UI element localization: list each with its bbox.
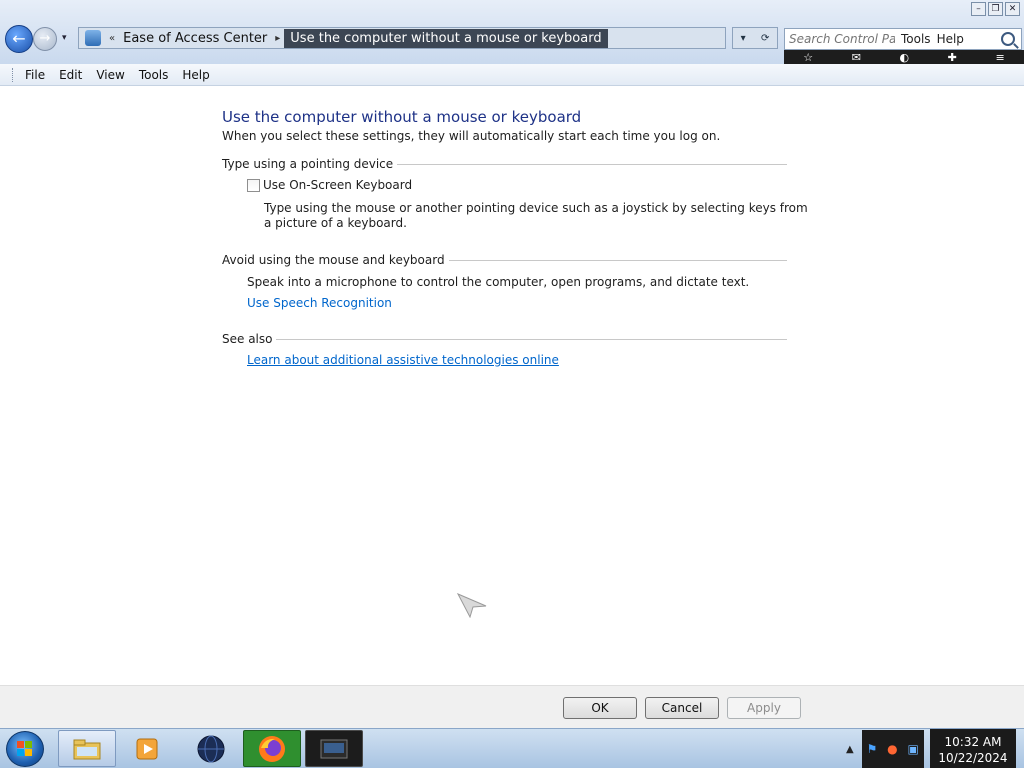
- refresh-icon[interactable]: ⟳: [761, 33, 769, 44]
- clock[interactable]: 10:32 AM 10/22/2024: [930, 729, 1016, 768]
- section-see-also: See also: [222, 332, 787, 346]
- taskbar: ▲ ⚑ ● ▣ 10:32 AM 10/22/2024: [0, 728, 1024, 768]
- window-controls: – ❐ ✕: [971, 2, 1020, 16]
- menu-grip: [12, 67, 14, 82]
- taskbar-firefox[interactable]: [243, 730, 301, 767]
- assistive-technologies-link[interactable]: Learn about additional assistive technol…: [247, 353, 559, 367]
- terminal-icon: [320, 739, 348, 758]
- page-description: When you select these settings, they wil…: [222, 129, 721, 143]
- back-button[interactable]: ←: [5, 25, 33, 53]
- ok-button[interactable]: OK: [563, 697, 637, 719]
- forward-arrow-icon: →: [39, 31, 51, 46]
- menu-help[interactable]: Help: [175, 66, 216, 84]
- title-bar: – ❐ ✕ ← → ▾ « Ease of Access Center ▸ Us…: [0, 0, 1024, 64]
- overlay-toolbar: ☆ ✉ ◐ ✚ ≡: [784, 50, 1024, 64]
- section-avoid-mouse-keyboard: Avoid using the mouse and keyboard: [222, 253, 787, 267]
- breadcrumb-chevron-icon[interactable]: ▸: [271, 33, 284, 44]
- dialog-footer: OK Cancel Apply: [0, 685, 1024, 728]
- address-controls: ▾ ⟳: [732, 27, 778, 49]
- section-heading: Avoid using the mouse and keyboard: [222, 253, 445, 267]
- address-dropdown-icon[interactable]: ▾: [741, 33, 746, 44]
- star-icon[interactable]: ☆: [803, 51, 813, 64]
- forward-button[interactable]: →: [33, 27, 57, 51]
- windows-logo-icon: [17, 741, 33, 757]
- explorer-icon: [73, 739, 101, 759]
- tray-icons: ⚑ ● ▣: [861, 730, 924, 768]
- shield-icon[interactable]: ◐: [900, 51, 910, 64]
- main-content: Use the computer without a mouse or keyb…: [222, 108, 822, 367]
- clock-time: 10:32 AM: [944, 735, 1002, 749]
- on-screen-keyboard-help: Type using the mouse or another pointing…: [264, 201, 808, 230]
- search-icon[interactable]: [1001, 32, 1015, 46]
- cancel-button[interactable]: Cancel: [645, 697, 719, 719]
- address-bar[interactable]: « Ease of Access Center ▸ Use the comput…: [78, 27, 726, 49]
- section-divider: [397, 163, 787, 165]
- close-button[interactable]: ✕: [1005, 2, 1020, 16]
- speech-description: Speak into a microphone to control the c…: [247, 275, 750, 289]
- puzzle-icon[interactable]: ✚: [948, 51, 957, 64]
- search-box[interactable]: Tools Help: [784, 28, 1022, 50]
- flag-icon[interactable]: ⚑: [867, 742, 878, 756]
- taskbar-globe[interactable]: [182, 730, 240, 767]
- minimize-button[interactable]: –: [971, 2, 986, 16]
- page-title: Use the computer without a mouse or keyb…: [222, 108, 582, 126]
- breadcrumb-ease-of-access[interactable]: Ease of Access Center: [119, 31, 271, 46]
- breadcrumb-overflow[interactable]: «: [105, 33, 119, 44]
- section-heading: Type using a pointing device: [222, 157, 394, 171]
- menu-bar: File Edit View Tools Help: [0, 64, 1024, 86]
- section-divider: [448, 259, 787, 261]
- section-heading: See also: [222, 332, 273, 346]
- menu-file[interactable]: File: [18, 66, 52, 84]
- menu-icon[interactable]: ≡: [995, 51, 1004, 64]
- speech-recognition-link[interactable]: Use Speech Recognition: [247, 296, 392, 310]
- clock-date: 10/22/2024: [938, 751, 1008, 765]
- restore-button[interactable]: ❐: [988, 2, 1003, 16]
- show-hidden-icons-button[interactable]: ▲: [846, 744, 854, 755]
- network-icon[interactable]: ▣: [907, 742, 918, 756]
- section-pointing-device: Type using a pointing device: [222, 157, 787, 171]
- menu-tools[interactable]: Tools: [132, 66, 176, 84]
- on-screen-keyboard-option[interactable]: Use On-Screen Keyboard: [247, 178, 822, 192]
- firefox-icon: [259, 735, 285, 762]
- firefox-tray-icon[interactable]: ●: [887, 742, 897, 756]
- breadcrumb-current[interactable]: Use the computer without a mouse or keyb…: [284, 28, 608, 48]
- menu-view[interactable]: View: [89, 66, 131, 84]
- taskbar-media-player[interactable]: [120, 730, 178, 767]
- overlay-help-text: Help: [936, 32, 964, 46]
- mail-icon[interactable]: ✉: [852, 51, 861, 64]
- menu-edit[interactable]: Edit: [52, 66, 89, 84]
- section-divider: [276, 338, 787, 340]
- globe-icon: [197, 735, 225, 762]
- taskbar-explorer[interactable]: [58, 730, 116, 767]
- search-input[interactable]: [785, 32, 895, 46]
- media-player-icon: [136, 738, 158, 759]
- control-panel-icon: [85, 30, 101, 46]
- overlay-tools-text: Tools: [901, 32, 931, 46]
- recent-pages-dropdown[interactable]: ▾: [62, 33, 67, 43]
- on-screen-keyboard-checkbox[interactable]: [247, 178, 260, 192]
- checkbox-label[interactable]: Use On-Screen Keyboard: [263, 178, 412, 192]
- cursor-icon: [456, 592, 487, 618]
- back-arrow-icon: ←: [12, 29, 26, 48]
- taskbar-terminal[interactable]: [305, 730, 363, 767]
- start-button[interactable]: [6, 731, 44, 767]
- apply-button[interactable]: Apply: [727, 697, 801, 719]
